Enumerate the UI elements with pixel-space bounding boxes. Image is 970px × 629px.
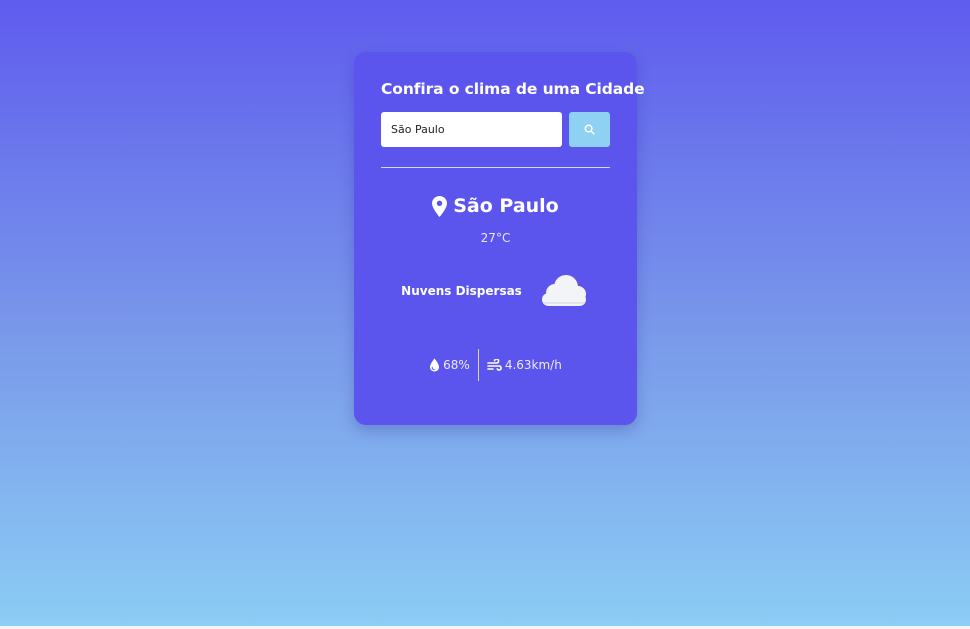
search-row	[381, 112, 610, 147]
search-button[interactable]	[569, 112, 610, 147]
weather-description: Nuvens Dispersas	[401, 284, 522, 298]
wind-speed: 4.63km/h	[487, 358, 562, 372]
wind-icon	[487, 358, 502, 371]
search-icon	[584, 124, 595, 135]
details-separator	[477, 349, 479, 381]
weather-card: Confira o clima de uma Cidade São Paulo …	[354, 52, 645, 425]
city-row: São Paulo	[381, 195, 610, 217]
city-search-input[interactable]	[381, 112, 562, 147]
card-title: Confira o clima de uma Cidade	[381, 80, 645, 98]
map-pin-icon	[432, 195, 448, 217]
details-row: 68% 4.63km/h	[381, 349, 610, 381]
wind-value: 4.63km/h	[504, 358, 562, 372]
humidity: 68%	[429, 358, 470, 372]
city-name: São Paulo	[453, 195, 559, 217]
divider	[381, 167, 610, 168]
temperature: 27°C	[480, 231, 511, 245]
humidity-value: 68%	[443, 358, 470, 372]
droplet-icon	[430, 358, 440, 372]
description-row: Nuvens Dispersas	[381, 273, 610, 309]
cloud-icon	[541, 275, 586, 306]
